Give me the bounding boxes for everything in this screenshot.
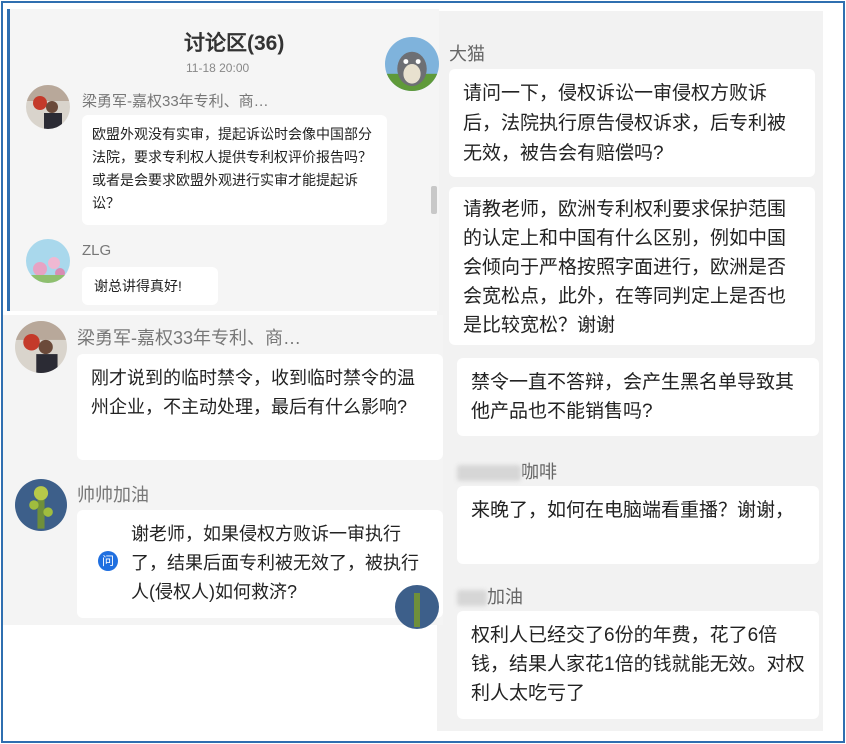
message-bubble: 请教老师，欧洲专利权利要求保护范围的认定上和中国有什么区别，例如中国会倾向于严格… (449, 187, 815, 345)
message-author: 大猫 (449, 44, 485, 64)
screenshot-frame: 讨论区(36) 11-18 20:00 梁勇军-嘉权33年专利、商… 欧盟外观没… (1, 1, 845, 743)
office-photo-avatar[interactable] (26, 85, 70, 129)
message-text: 请问一下，侵权诉讼一审侵权方败诉后，法院执行原告侵权诉求，后专利被无效，被告会有… (463, 83, 787, 164)
blurred-name-prefix (457, 465, 521, 482)
flower-avatar[interactable] (26, 239, 70, 283)
discussion-title: 讨论区(36) (184, 32, 285, 55)
scrollbar-thumb[interactable] (431, 186, 437, 214)
message-author: 帅帅加油 (77, 485, 149, 505)
message-bubble: 谢总讲得真好! (82, 267, 218, 305)
office-photo-avatar[interactable] (15, 321, 67, 373)
message-text: 来晚了，如何在电脑端看重播？谢谢， (471, 500, 795, 521)
message-text: 请教老师，欧洲专利权利要求保护范围的认定上和中国有什么区别，例如中国会倾向于严格… (463, 199, 787, 336)
discussion-timestamp: 11-18 20:00 (186, 61, 250, 75)
message-text: 权利人已经交了6份的年费，花了6倍钱，结果人家花1倍的钱就能无效。对权利人太吃亏… (471, 625, 805, 704)
message-author: ZLG (82, 242, 112, 259)
left-panel-edge (7, 9, 10, 311)
plant-avatar[interactable] (15, 479, 67, 531)
message-bubble: 来晚了，如何在电脑端看重播？谢谢， (457, 486, 819, 564)
message-text: 谢老师，如果侵权方败诉一审执行了，结果后面专利被无效了，被执行人(侵权人)如何救… (131, 524, 419, 602)
blurred-name-prefix (457, 590, 487, 607)
totoro-avatar[interactable] (385, 37, 439, 91)
message-text: 禁令一直不答辩，会产生黑名单导致其他产品也不能销售吗? (471, 372, 795, 422)
message-bubble: 请问一下，侵权诉讼一审侵权方败诉后，法院执行原告侵权诉求，后专利被无效，被告会有… (449, 69, 815, 177)
message-author: 加油 (457, 583, 523, 609)
message-text: 欧盟外观没有实审，提起诉讼时会像中国部分法院，要求专利权人提供专利权评价报告吗？… (92, 126, 372, 211)
message-bubble: 刚才说到的临时禁令，收到临时禁令的温州企业，不主动处理，最后有什么影响? (77, 354, 443, 460)
message-bubble: 禁令一直不答辩，会产生黑名单导致其他产品也不能销售吗? (457, 358, 819, 436)
author-name-suffix: 咖啡 (521, 462, 557, 482)
message-bubble: 欧盟外观没有实审，提起诉讼时会像中国部分法院，要求专利权人提供专利权评价报告吗？… (82, 115, 387, 225)
message-text: 谢总讲得真好! (94, 278, 182, 294)
message-author: 梁勇军-嘉权33年专利、商… (82, 93, 269, 110)
partial-avatar[interactable] (395, 585, 439, 629)
message-author: 梁勇军-嘉权33年专利、商… (77, 328, 302, 348)
author-name-suffix: 加油 (487, 587, 523, 607)
message-bubble: 权利人已经交了6份的年费，花了6倍钱，结果人家花1倍的钱就能无效。对权利人太吃亏… (457, 611, 819, 719)
question-badge-icon: 问 (98, 551, 118, 571)
message-bubble: 谢老师，如果侵权方败诉一审执行了，结果后面专利被无效了，被执行人(侵权人)如何救… (77, 510, 443, 618)
message-author: 咖啡 (457, 458, 557, 484)
message-text: 刚才说到的临时禁令，收到临时禁令的温州企业，不主动处理，最后有什么影响? (91, 368, 415, 417)
